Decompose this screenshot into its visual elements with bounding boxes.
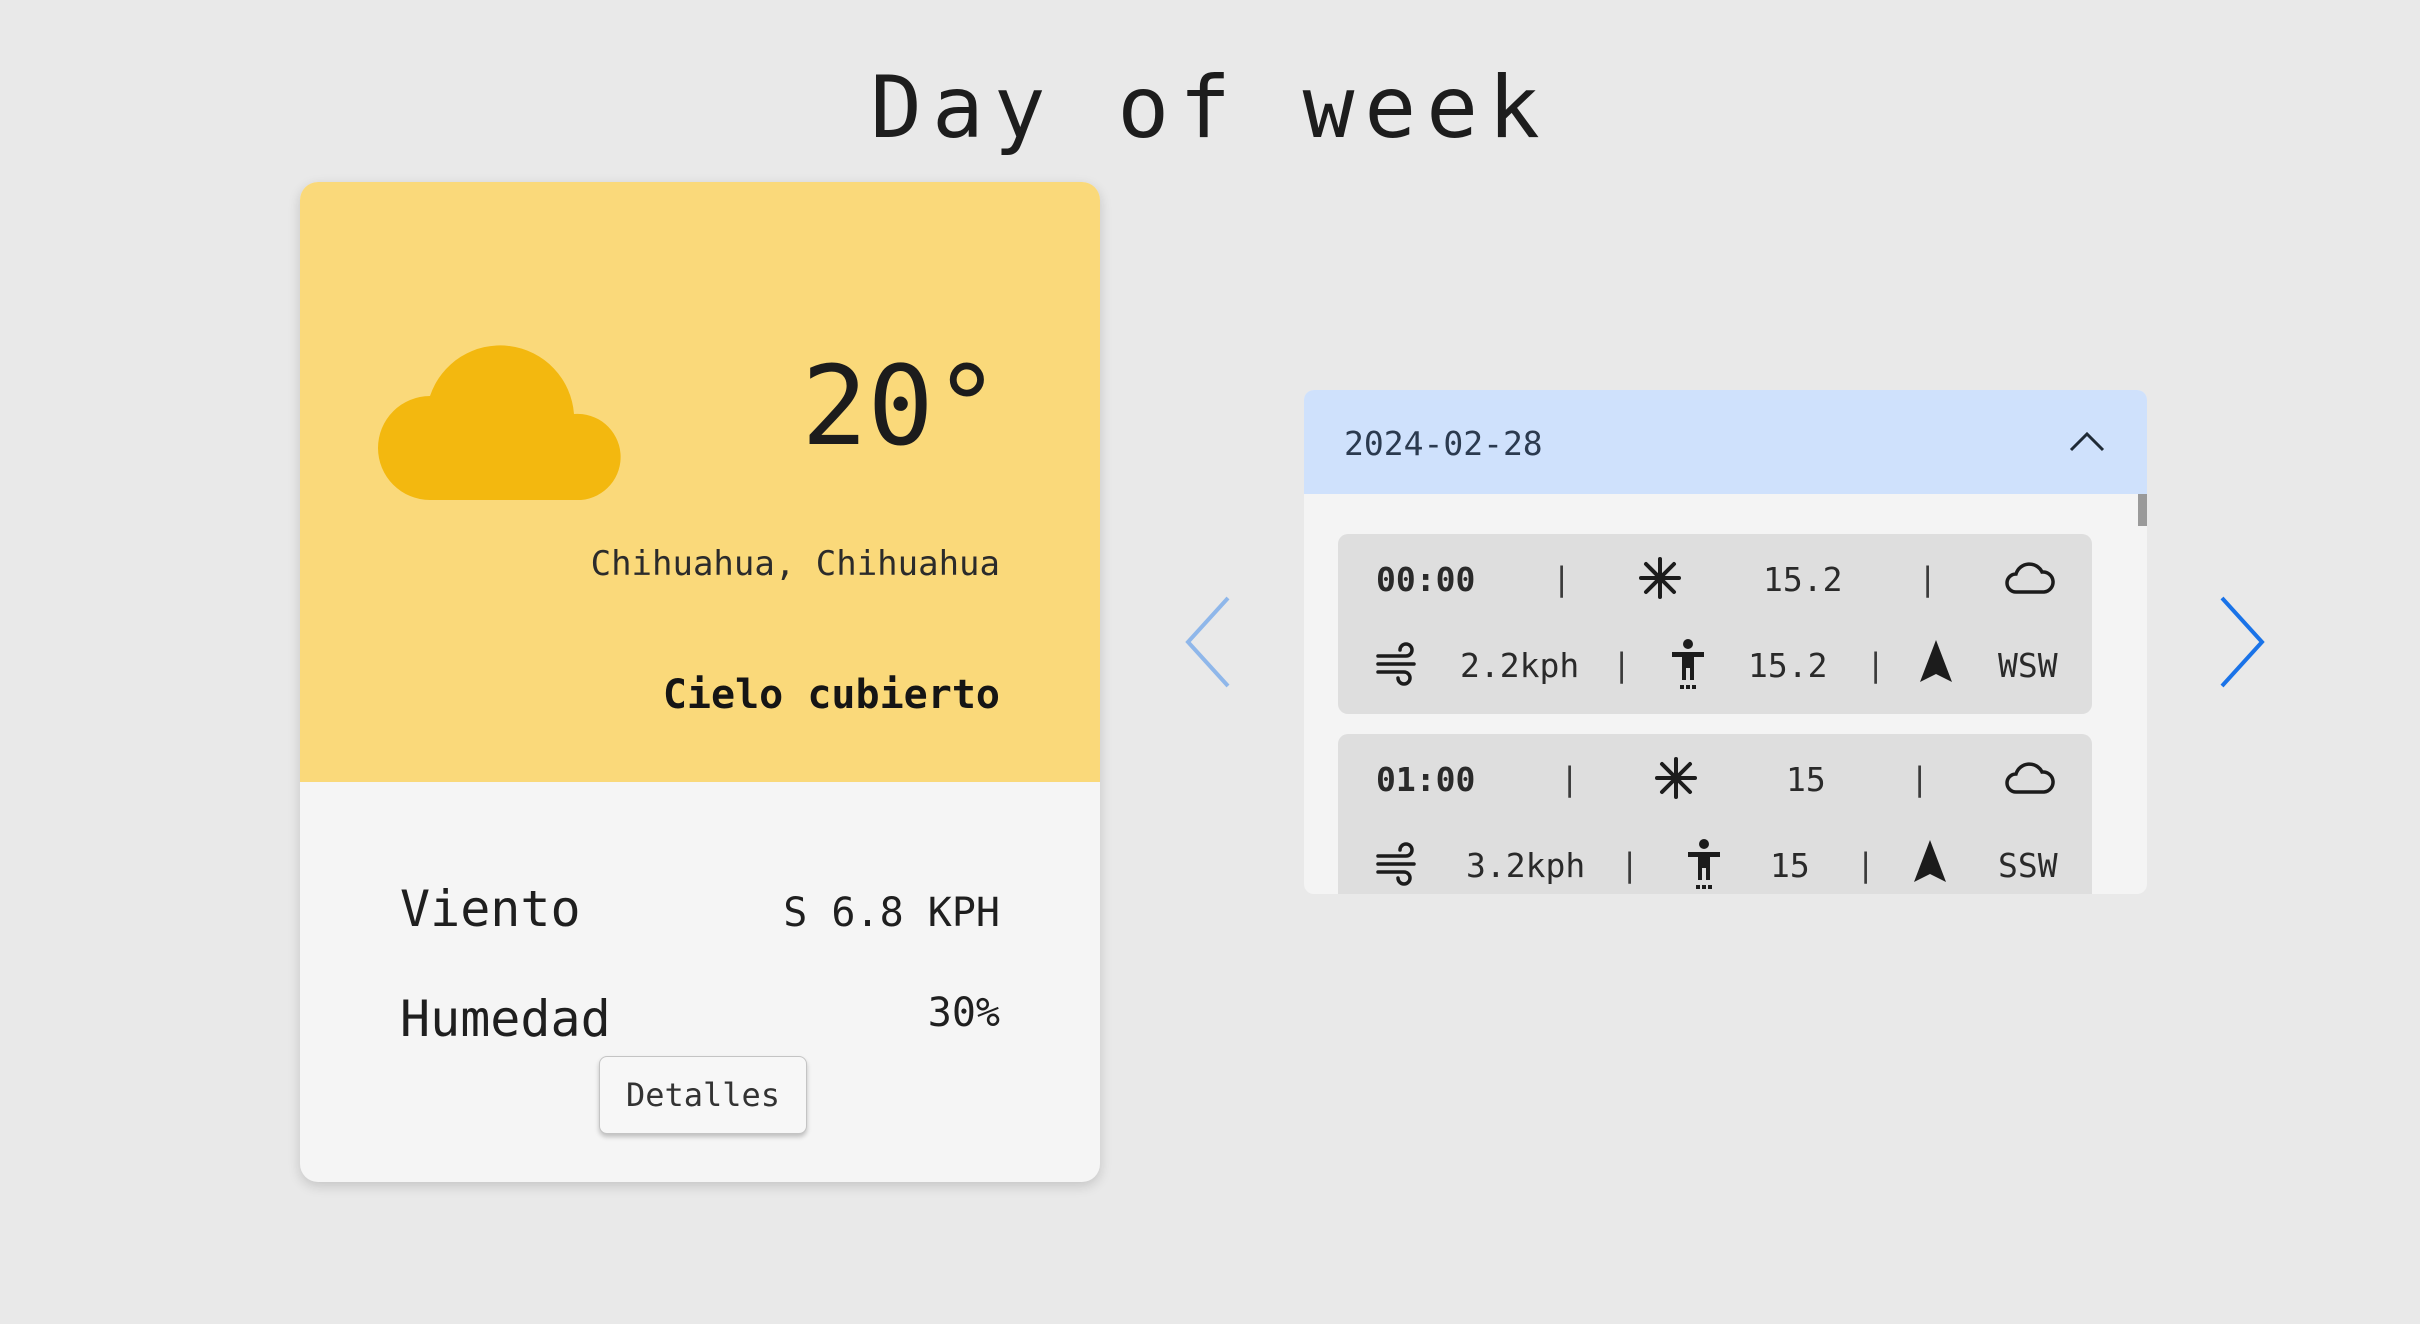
forecast-accordion: 2024-02-28 00:00 | 15.2 | 2.2kph | 15.2 … xyxy=(1304,390,2147,894)
wind-label: Viento xyxy=(400,880,581,938)
cloud-outline-icon xyxy=(2005,562,2055,594)
separator: | xyxy=(1612,646,1632,684)
snowflake-icon xyxy=(1639,557,1681,599)
hour-wind-direction: SSW xyxy=(1998,846,2058,885)
separator: | xyxy=(1620,846,1640,884)
separator: | xyxy=(1560,760,1580,798)
chevron-left-icon[interactable] xyxy=(1180,594,1240,690)
hour-item: 01:00 | 15 | 3.2kph | 15 | SSW xyxy=(1338,734,2092,894)
details-button[interactable]: Detalles xyxy=(599,1056,807,1134)
hour-item: 00:00 | 15.2 | 2.2kph | 15.2 | WSW xyxy=(1338,534,2092,714)
hour-wind-direction: WSW xyxy=(1998,646,2058,685)
separator: | xyxy=(1856,846,1876,884)
separator: | xyxy=(1910,760,1930,798)
cloud-icon xyxy=(378,345,621,500)
wind-icon xyxy=(1376,842,1416,886)
separator: | xyxy=(1918,560,1938,598)
hour-wind: 2.2kph xyxy=(1460,646,1580,685)
page-title: Day of week xyxy=(870,58,1550,158)
humidity-label: Humedad xyxy=(400,990,611,1048)
hour-feels-like: 15.2 xyxy=(1748,646,1828,685)
hour-feels-like: 15 xyxy=(1770,846,1810,885)
separator: | xyxy=(1866,646,1886,684)
temperature: 20° xyxy=(801,342,1000,470)
person-icon xyxy=(1672,639,1704,689)
person-icon xyxy=(1688,839,1720,889)
hour-time: 00:00 xyxy=(1376,560,1476,599)
condition: Cielo cubierto xyxy=(662,672,1000,718)
weather-card: 20° Chihuahua, Chihuahua Cielo cubierto … xyxy=(300,182,1100,1182)
wind-value: S 6.8 KPH xyxy=(783,890,1000,936)
navigation-arrow-icon xyxy=(1914,840,1946,882)
wind-icon xyxy=(1376,642,1416,686)
separator: | xyxy=(1552,560,1572,598)
hour-temp: 15 xyxy=(1786,760,1826,799)
chevron-up-icon[interactable] xyxy=(2067,424,2107,460)
chevron-right-icon[interactable] xyxy=(2210,594,2270,690)
location: Chihuahua, Chihuahua xyxy=(590,544,1000,584)
cloud-outline-icon xyxy=(2005,762,2055,794)
scrollbar-thumb[interactable] xyxy=(2138,494,2147,526)
hour-temp: 15.2 xyxy=(1763,560,1843,599)
weather-card-header: 20° Chihuahua, Chihuahua Cielo cubierto xyxy=(300,182,1100,782)
hour-time: 01:00 xyxy=(1376,760,1476,799)
accordion-header[interactable]: 2024-02-28 xyxy=(1304,390,2147,494)
snowflake-icon xyxy=(1655,757,1697,799)
forecast-date: 2024-02-28 xyxy=(1344,424,1543,463)
navigation-arrow-icon xyxy=(1920,640,1952,682)
hour-wind: 3.2kph xyxy=(1466,846,1586,885)
humidity-value: 30% xyxy=(927,990,1000,1036)
